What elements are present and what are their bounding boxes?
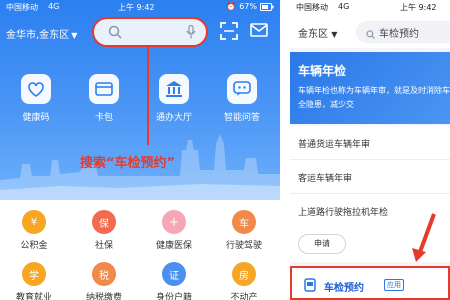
district-label: 金东区 — [298, 29, 328, 40]
quick-card-wallet[interactable]: 卡包 — [76, 74, 132, 123]
network-label: 4G — [338, 2, 350, 11]
service-label: 健康医保 — [155, 241, 192, 251]
result-title: 车检预约 — [324, 283, 364, 294]
alarm-icon: ⏰ — [226, 2, 237, 11]
search-query: 车检预约 — [379, 29, 419, 40]
search-icon — [366, 29, 375, 39]
chevron-down-icon: ▼ — [331, 30, 338, 39]
banner-title: 车辆年检 — [298, 64, 347, 78]
vehicle-inspection-banner: 车辆年检 车辆年检也称为车辆年审，就是及时消除车辆安全隐患，减少交 — [290, 52, 450, 124]
list-item[interactable]: 普通货运车辆年审 — [290, 126, 450, 160]
search-input[interactable]: 车检预约 — [356, 21, 450, 43]
service-driving[interactable]: 车 行驶驾驶 — [214, 210, 274, 251]
right-phone-screen: 中国移动 4G 上午 9:42 金东区 ▼ 车检预约 车辆年检 车辆年检也称为车… — [290, 0, 450, 300]
search-icon — [108, 25, 122, 39]
service-identity[interactable]: 证 身份户籍 — [144, 262, 204, 300]
service-label: 社保 — [94, 241, 113, 251]
left-phone-screen: 中国移动 4G 上午 9:42 ⏰ 67% 金华市,金东区 ▼ 健康码 卡包 通… — [0, 0, 280, 300]
status-bar: 中国移动 4G 上午 9:42 — [290, 0, 450, 16]
time-label: 上午 9:42 — [400, 3, 437, 12]
service-label: 公积金 — [20, 241, 48, 251]
search-header: 金东区 ▼ 车检预约 — [290, 16, 450, 48]
service-label: 教育就业 — [15, 293, 52, 300]
graduation-cap-icon: 学 — [22, 262, 46, 286]
microphone-icon[interactable] — [186, 25, 196, 39]
car-inspection-appointment-result[interactable]: 车检预约 应用 — [290, 266, 450, 300]
time-label: 上午 9:42 — [118, 3, 155, 12]
health-code-icon — [21, 74, 51, 104]
carrier-label: 中国移动 — [6, 3, 38, 12]
service-housing-fund[interactable]: ¥ 公积金 — [4, 210, 64, 251]
medical-icon: + — [162, 210, 186, 234]
network-label: 4G — [48, 2, 60, 11]
pane-divider — [280, 0, 290, 300]
service-tax[interactable]: 税 纳税缴费 — [74, 262, 134, 300]
car-icon: 车 — [232, 210, 256, 234]
battery-icon — [260, 2, 274, 11]
quick-health-code[interactable]: 健康码 — [8, 74, 64, 123]
housing-fund-icon: ¥ — [22, 210, 46, 234]
service-label: 身份户籍 — [155, 293, 192, 300]
list-item[interactable]: 客运车辆年审 — [290, 160, 450, 194]
service-label: 不动产 — [230, 293, 258, 300]
service-real-estate[interactable]: 房 不动产 — [214, 262, 274, 300]
annotation-arrow-icon — [412, 213, 436, 262]
banner-description: 车辆年检也称为车辆年审，就是及时消除车辆安全隐患，减少交 — [298, 86, 450, 109]
list-item-label: 上道路行驶拖拉机年检 — [298, 208, 389, 218]
chevron-down-icon: ▼ — [71, 31, 78, 40]
service-label: 行驶驾驶 — [225, 241, 262, 251]
city-selector[interactable]: 金华市,金东区 ▼ — [6, 26, 77, 41]
social-security-icon: 保 — [92, 210, 116, 234]
hall-icon — [159, 74, 189, 104]
annotation-pointer-line — [147, 47, 149, 145]
city-label: 金华市,金东区 — [6, 30, 70, 41]
carrier-label: 中国移动 — [296, 3, 328, 12]
district-selector[interactable]: 金东区 ▼ — [298, 25, 337, 40]
id-card-icon: 证 — [162, 262, 186, 286]
quick-hall[interactable]: 通办大厅 — [146, 74, 202, 123]
scan-icon[interactable] — [220, 22, 238, 40]
service-health-insurance[interactable]: + 健康医保 — [144, 210, 204, 251]
quick-chat-bot[interactable]: 智能问答 — [214, 74, 270, 123]
service-grid: ¥ 公积金 保 社保 + 健康医保 车 行驶驾驶 学 教育就业 税 纳税缴费 证… — [0, 200, 280, 300]
battery-percent: 67% — [239, 2, 257, 11]
list-item-label: 普通货运车辆年审 — [298, 140, 371, 150]
phone-app-icon — [304, 278, 316, 292]
search-input[interactable] — [92, 17, 208, 47]
status-bar: 中国移动 4G 上午 9:42 ⏰ 67% — [0, 0, 280, 16]
chat-bot-icon — [227, 74, 257, 104]
message-icon[interactable] — [250, 23, 268, 37]
app-badge: 应用 — [384, 279, 404, 291]
service-social-security[interactable]: 保 社保 — [74, 210, 134, 251]
list-item-label: 客运车辆年审 — [298, 174, 353, 184]
house-icon: 房 — [232, 262, 256, 286]
tax-icon: 税 — [92, 262, 116, 286]
annotation-text: 搜索“车检预约” — [80, 156, 176, 171]
service-education[interactable]: 学 教育就业 — [4, 262, 64, 300]
apply-button[interactable]: 申请 — [298, 234, 346, 254]
service-label: 纳税缴费 — [85, 293, 122, 300]
card-wallet-icon — [89, 74, 119, 104]
